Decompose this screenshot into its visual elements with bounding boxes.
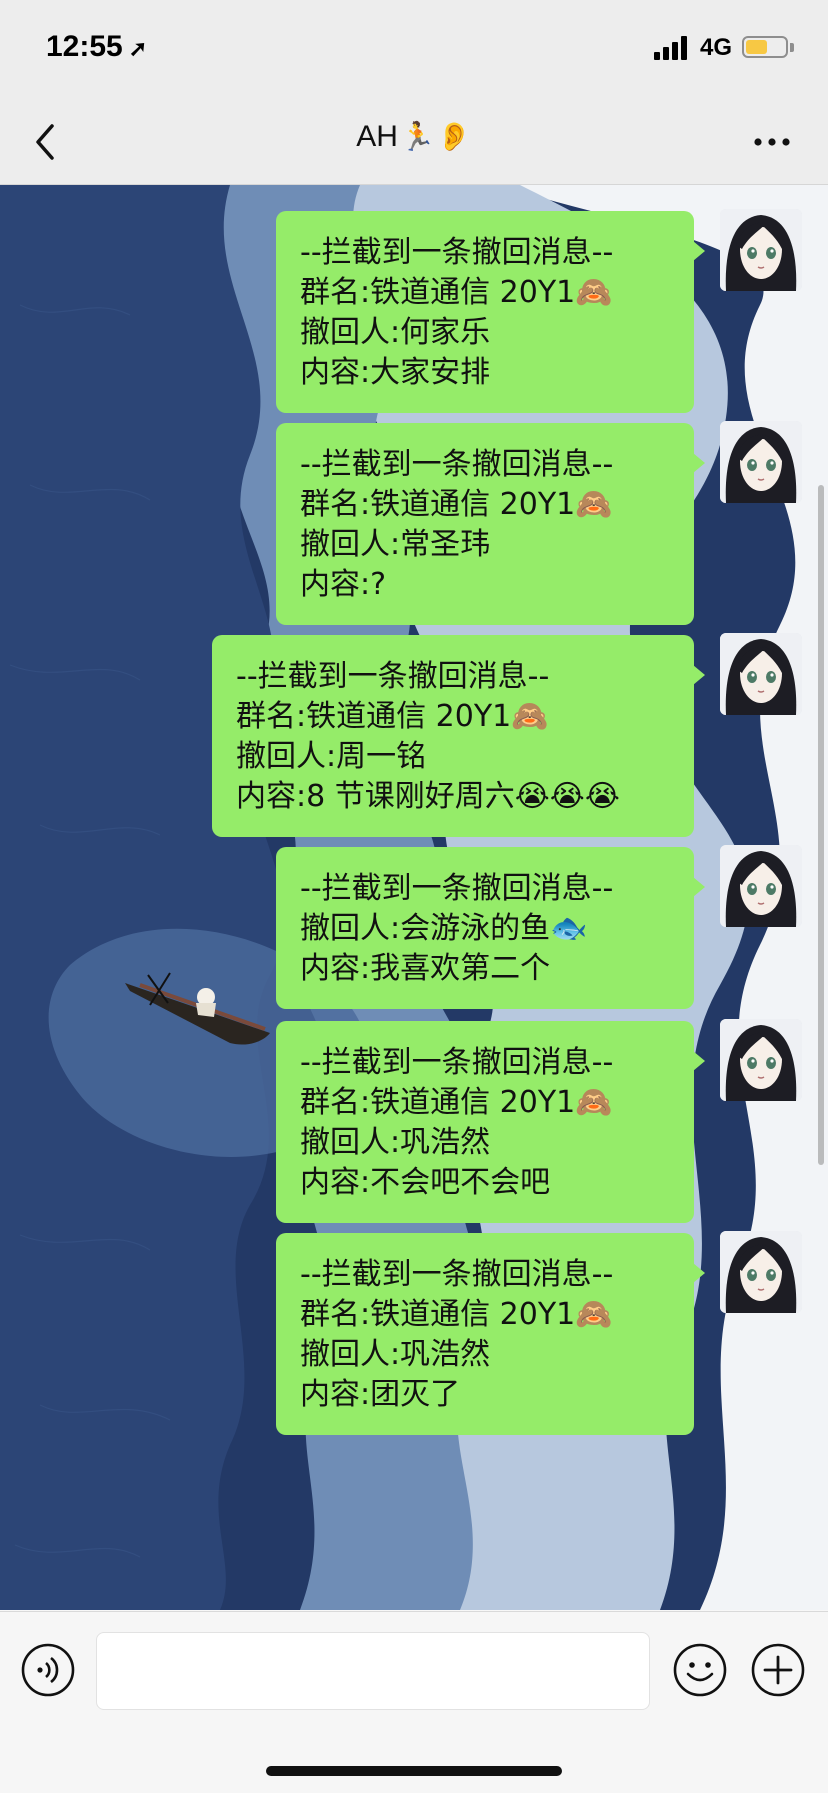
avatar[interactable]	[720, 209, 802, 291]
avatar[interactable]	[720, 421, 802, 503]
message-bubble[interactable]: --拦截到一条撤回消息-- 群名:铁道通信 20Y1🙈 撤回人:周一铭内容:8 节课…	[212, 635, 705, 837]
message-line: 群名:铁道通信 20Y1🙈	[300, 275, 613, 310]
message-header: --拦截到一条撤回消息--	[300, 447, 614, 482]
plus-button[interactable]	[750, 1642, 806, 1698]
anime-girl-avatar-icon	[720, 633, 802, 715]
message-header: --拦截到一条撤回消息--	[300, 1045, 614, 1080]
chat-title-text: AH	[356, 120, 398, 153]
anime-girl-avatar-icon	[720, 845, 802, 927]
input-bar	[0, 1611, 828, 1793]
network-label: 4G	[700, 34, 733, 61]
avatar[interactable]	[720, 1231, 802, 1313]
status-time: 12:55 ➚	[46, 30, 147, 64]
message-line: 群名:铁道通信 20Y1🙈	[236, 699, 549, 734]
signal-icon	[654, 36, 690, 60]
ear-emoji: 👂	[436, 121, 472, 152]
message-line: 内容:大家安排	[300, 355, 491, 390]
home-indicator[interactable]	[266, 1766, 562, 1776]
message-header: --拦截到一条撤回消息--	[300, 1257, 614, 1292]
message-header: --拦截到一条撤回消息--	[300, 871, 614, 906]
smiley-icon	[673, 1643, 727, 1697]
location-arrow-icon: ➚	[128, 36, 148, 61]
anime-girl-avatar-icon	[720, 421, 802, 503]
time-label: 12:55	[46, 30, 123, 63]
anime-girl-avatar-icon	[720, 1231, 802, 1313]
message-bubble[interactable]: --拦截到一条撤回消息-- 群名:铁道通信 20Y1🙈 撤回人:巩浩然内容:不会吧不…	[276, 1021, 705, 1223]
message-bubble[interactable]: --拦截到一条撤回消息-- 群名:铁道通信 20Y1🙈 撤回人:何家乐 内容:大家安排	[276, 211, 705, 413]
message-input[interactable]	[96, 1632, 650, 1710]
message-line: 撤回人:会游泳的鱼🐟	[300, 911, 588, 946]
avatar[interactable]	[720, 1019, 802, 1101]
chat-title: AH🏃👂	[0, 120, 828, 154]
message-header: --拦截到一条撤回消息--	[236, 659, 550, 694]
message-bubble[interactable]: --拦截到一条撤回消息-- 撤回人:会游泳的鱼🐟 内容:我喜欢第二个	[276, 847, 705, 1009]
message-line: 群名:铁道通信 20Y1🙈	[300, 1085, 613, 1120]
avatar[interactable]	[720, 633, 802, 715]
avatar[interactable]	[720, 845, 802, 927]
runner-emoji: 🏃	[399, 121, 435, 152]
battery-cap	[790, 43, 794, 52]
emoji-button[interactable]	[672, 1642, 728, 1698]
message-line: 内容:8 节课刚好周六😭😭😭	[236, 779, 620, 814]
scrollbar[interactable]	[818, 485, 824, 1165]
battery-icon	[742, 36, 788, 58]
more-button[interactable]	[752, 128, 792, 156]
message-bubble[interactable]: --拦截到一条撤回消息-- 群名:铁道通信 20Y1🙈 撤回人:常圣玮 内容:?	[276, 423, 705, 625]
voice-button[interactable]	[20, 1642, 76, 1698]
nav-bar: AH🏃👂	[0, 100, 828, 185]
anime-girl-avatar-icon	[720, 209, 802, 291]
message-header: --拦截到一条撤回消息--	[300, 235, 614, 270]
message-line: 内容:?	[300, 567, 387, 602]
message-line: 内容:我喜欢第二个	[300, 951, 551, 986]
message-line: 群名:铁道通信 20Y1🙈	[300, 487, 613, 522]
chat-area[interactable]: --拦截到一条撤回消息-- 群名:铁道通信 20Y1🙈 撤回人:何家乐 内容:大家安排…	[0, 185, 828, 1610]
voice-icon	[21, 1643, 75, 1697]
message-line: 内容:不会吧不会吧	[300, 1165, 551, 1200]
message-line: 撤回人:巩浩然	[300, 1125, 491, 1160]
anime-girl-avatar-icon	[720, 1019, 802, 1101]
status-bar: 12:55 ➚ 4G	[0, 0, 828, 100]
plus-icon	[751, 1643, 805, 1697]
message-line: 撤回人:常圣玮	[300, 527, 491, 562]
message-line: 撤回人:周一铭	[236, 739, 427, 774]
message-line: 群名:铁道通信 20Y1🙈	[300, 1297, 613, 1332]
message-line: 撤回人:巩浩然	[300, 1337, 491, 1372]
message-line: 内容:团灭了	[300, 1377, 461, 1412]
message-line: 撤回人:何家乐	[300, 315, 491, 350]
message-bubble[interactable]: --拦截到一条撤回消息-- 群名:铁道通信 20Y1🙈 撤回人:巩浩然 内容:团灭了	[276, 1233, 705, 1435]
more-icon	[754, 138, 790, 146]
